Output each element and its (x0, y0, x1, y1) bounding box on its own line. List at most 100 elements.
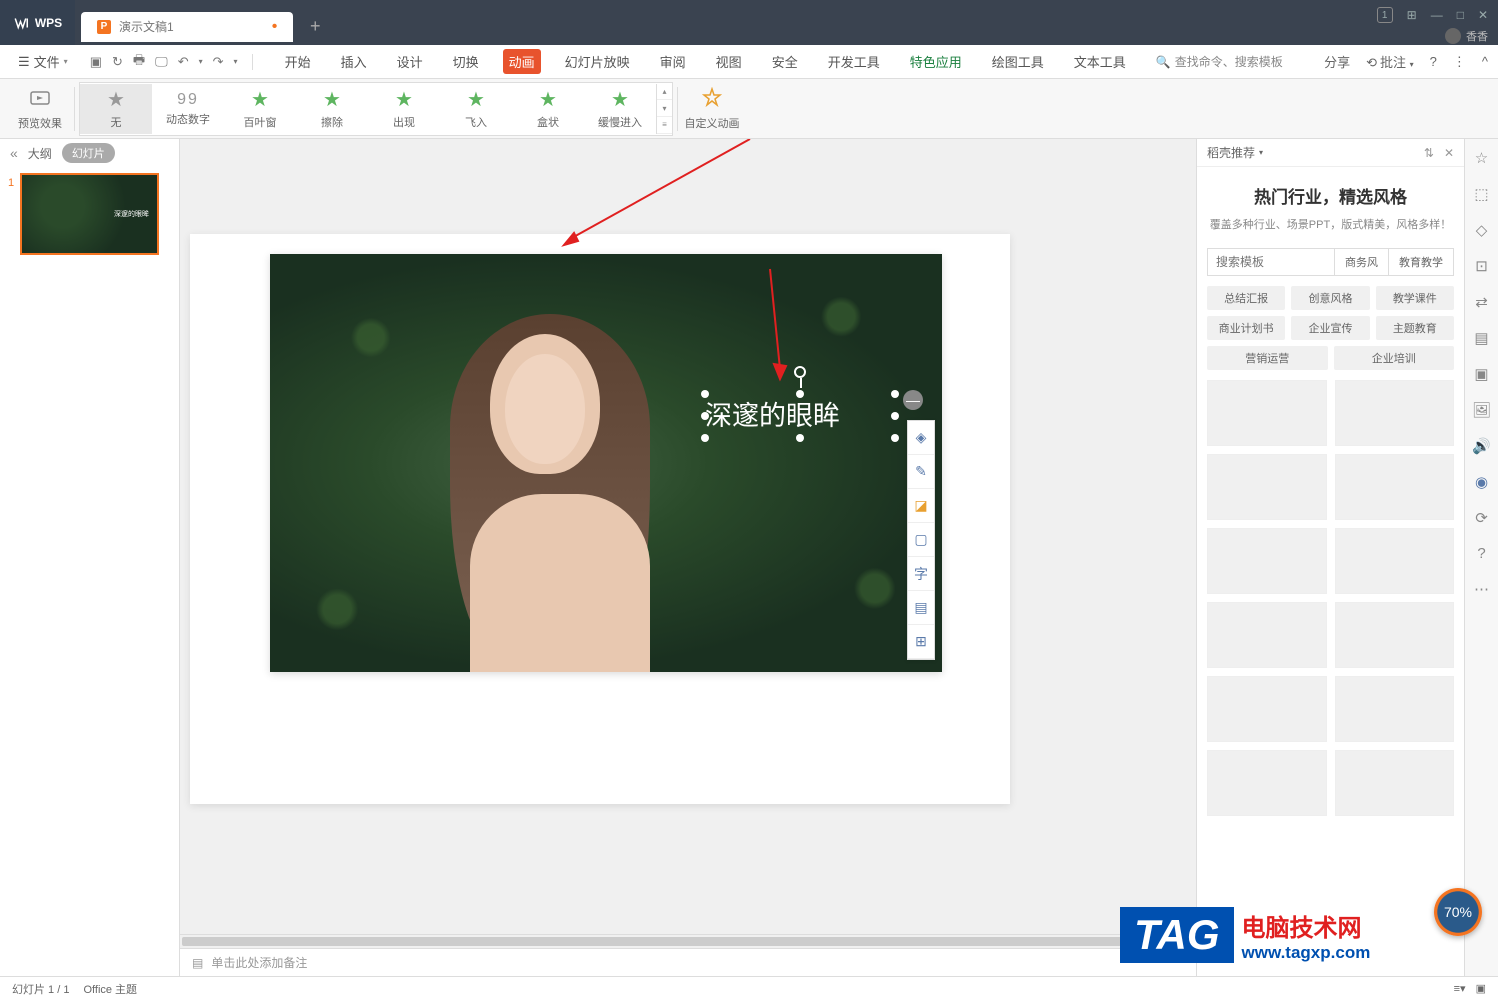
resize-handle[interactable] (796, 434, 804, 442)
user-area[interactable]: 香香 (1445, 28, 1488, 44)
close-button[interactable]: ✕ (1478, 8, 1488, 22)
template-item[interactable] (1335, 528, 1455, 594)
custom-animation-button[interactable]: 自定义动画 (682, 82, 742, 136)
sidebar-icon[interactable]: ? (1477, 545, 1485, 562)
tab-security[interactable]: 安全 (766, 49, 804, 74)
template-item[interactable] (1335, 676, 1455, 742)
anim-none[interactable]: ★无 (80, 84, 152, 134)
anim-flyin[interactable]: ★飞入 (440, 84, 512, 134)
resize-handle[interactable] (701, 434, 709, 442)
sidebar-icon[interactable]: ⋯ (1474, 580, 1489, 598)
tab-design[interactable]: 设计 (391, 49, 429, 74)
resize-handle[interactable] (891, 434, 899, 442)
template-item[interactable] (1335, 602, 1455, 668)
sidebar-icon[interactable]: ⬚ (1474, 185, 1488, 203)
collapse-ribbon[interactable]: ^ (1482, 54, 1488, 69)
tab-transition[interactable]: 切换 (447, 49, 485, 74)
layer-icon[interactable]: ◈ (908, 421, 934, 455)
gift-icon[interactable]: ⊞ (1407, 8, 1417, 22)
collapse-thumbnails[interactable]: « (10, 145, 18, 161)
template-item[interactable] (1207, 454, 1327, 520)
resize-handle[interactable] (891, 390, 899, 398)
tab-special[interactable]: 特色应用 (904, 49, 968, 74)
anim-blinds[interactable]: ★百叶窗 (224, 84, 296, 134)
new-tab-button[interactable]: + (301, 13, 329, 41)
print-preview-icon[interactable]: 🖵 (155, 54, 168, 70)
normal-view-icon[interactable]: ▣ (1476, 982, 1486, 995)
anim-appear[interactable]: ★出现 (368, 84, 440, 134)
tab-animation[interactable]: 动画 (503, 49, 541, 74)
edit-icon[interactable]: ✎ (908, 455, 934, 489)
tab-insert[interactable]: 插入 (335, 49, 373, 74)
resize-handle[interactable] (796, 390, 804, 398)
resize-handle[interactable] (701, 412, 709, 420)
open-icon[interactable]: ▣ (90, 54, 102, 70)
command-search[interactable]: 🔍 查找命令、搜索模板 (1156, 53, 1283, 70)
wps-logo[interactable]: WPS (0, 0, 75, 45)
notes-pane[interactable]: ▤ 单击此处添加备注 (180, 948, 1196, 976)
more-tools-icon[interactable]: ⊞ (908, 625, 934, 659)
resize-handle[interactable] (701, 390, 709, 398)
sidebar-icon[interactable]: ▣ (1474, 365, 1488, 383)
collapse-toolbar-icon[interactable]: — (903, 390, 923, 410)
tab-drawing[interactable]: 绘图工具 (986, 49, 1050, 74)
search-filter-business[interactable]: 商务风 (1335, 248, 1389, 276)
tab-devtools[interactable]: 开发工具 (822, 49, 886, 74)
text-box-selection[interactable]: 深邃的眼眸 — ◈ ✎ ◪ ▢ 字 ▤ ⊞ (705, 394, 895, 438)
tab-review[interactable]: 审阅 (654, 49, 692, 74)
template-item[interactable] (1335, 454, 1455, 520)
document-tab[interactable]: P 演示文稿1 • (81, 12, 293, 42)
preview-effect-button[interactable]: 预览效果 (10, 82, 70, 136)
tag-item[interactable]: 总结汇报 (1207, 286, 1285, 310)
template-search-input[interactable] (1207, 248, 1335, 276)
template-item[interactable] (1335, 380, 1455, 446)
tag-item[interactable]: 创意风格 (1291, 286, 1369, 310)
tag-item[interactable]: 商业计划书 (1207, 316, 1285, 340)
print-icon[interactable]: 🖶 (133, 51, 145, 73)
template-item[interactable] (1207, 528, 1327, 594)
notification-badge[interactable]: 1 (1377, 7, 1393, 23)
anim-dynamic-number[interactable]: 99动态数字 (152, 84, 224, 134)
share-button[interactable]: 分享 (1324, 52, 1350, 71)
more-button[interactable]: ⋮ (1453, 54, 1466, 70)
horizontal-scrollbar[interactable] (180, 934, 1180, 948)
template-item[interactable] (1207, 602, 1327, 668)
save-icon[interactable]: ↻ (112, 54, 123, 70)
fill-icon[interactable]: ◪ (908, 489, 934, 523)
tag-item[interactable]: 营销运营 (1207, 346, 1328, 370)
gallery-scroll[interactable]: ▴▾≡ (656, 84, 672, 134)
template-item[interactable] (1207, 750, 1327, 816)
template-item[interactable] (1207, 380, 1327, 446)
rotate-handle[interactable] (794, 366, 806, 378)
outline-tab[interactable]: 大纲 (28, 145, 52, 162)
sidebar-icon[interactable]: ⊡ (1475, 257, 1488, 275)
tab-home[interactable]: 开始 (279, 49, 317, 74)
sidebar-icon[interactable]: 🖼 (1472, 401, 1491, 419)
sidebar-icon[interactable]: ▤ (1474, 329, 1488, 347)
tab-text-tools[interactable]: 文本工具 (1068, 49, 1132, 74)
sidebar-icon[interactable]: ⟳ (1475, 509, 1488, 527)
sidebar-icon[interactable]: ◉ (1475, 473, 1488, 491)
template-item[interactable] (1335, 750, 1455, 816)
slide-canvas[interactable]: 深邃的眼眸 — ◈ ✎ ◪ ▢ 字 ▤ ⊞ (180, 139, 1196, 976)
undo-icon[interactable]: ↶ (178, 54, 189, 70)
tag-item[interactable]: 企业宣传 (1291, 316, 1369, 340)
tag-item[interactable]: 教学课件 (1376, 286, 1454, 310)
resize-handle[interactable] (891, 412, 899, 420)
minimize-button[interactable]: — (1431, 8, 1443, 22)
help-button[interactable]: ? (1430, 54, 1437, 69)
sidebar-icon[interactable]: ◇ (1476, 221, 1488, 239)
comment-button[interactable]: ⟲批注 ▾ (1366, 52, 1414, 71)
text-icon[interactable]: 字 (908, 557, 934, 591)
anim-wipe[interactable]: ★擦除 (296, 84, 368, 134)
redo-icon[interactable]: ↷ (213, 54, 224, 70)
view-menu-icon[interactable]: ≡▾ (1454, 982, 1466, 995)
anim-slow-entry[interactable]: ★缓慢进入 (584, 84, 656, 134)
search-filter-education[interactable]: 教育教学 (1389, 248, 1454, 276)
tab-slideshow[interactable]: 幻灯片放映 (559, 49, 636, 74)
sidebar-icon[interactable]: ☆ (1475, 149, 1488, 167)
anim-box[interactable]: ★盒状 (512, 84, 584, 134)
sidebar-icon[interactable]: 🔊 (1472, 437, 1491, 455)
arrange-icon[interactable]: ▤ (908, 591, 934, 625)
panel-close-icon[interactable]: ✕ (1444, 146, 1454, 160)
